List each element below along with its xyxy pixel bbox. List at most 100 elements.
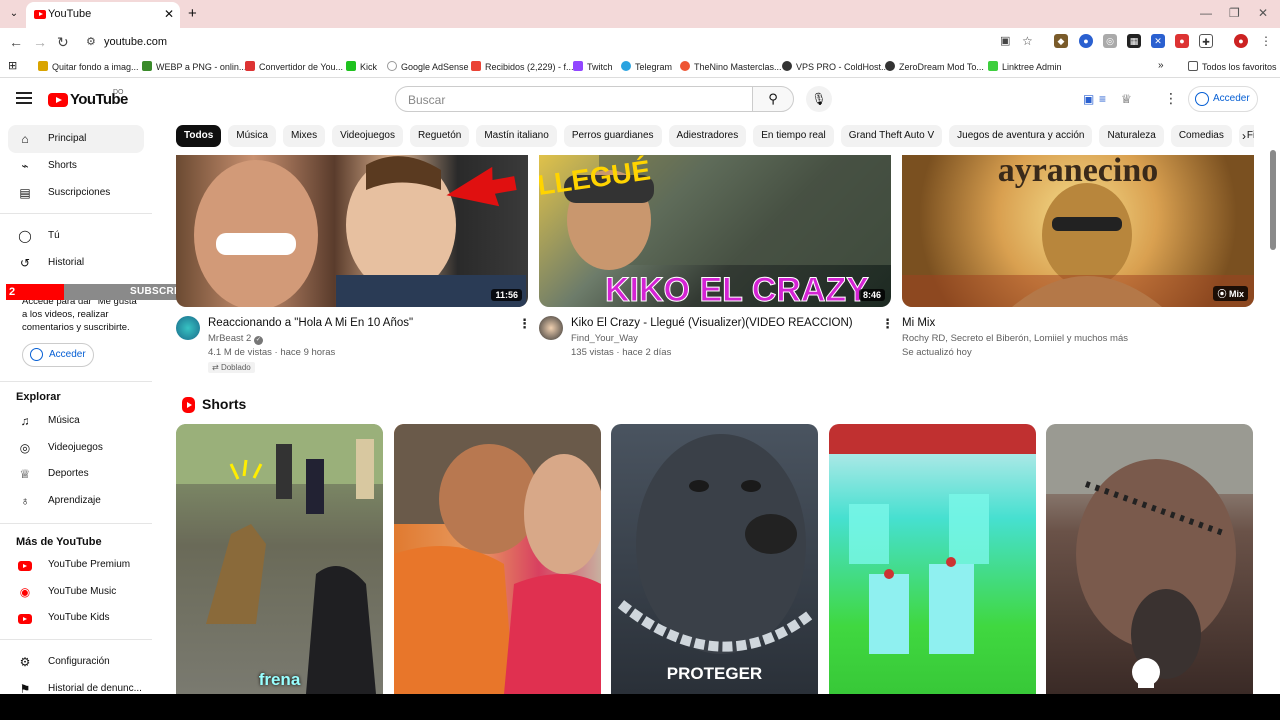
- chip[interactable]: Videojuegos: [332, 125, 403, 147]
- extension-icon[interactable]: ✕: [1151, 34, 1165, 48]
- mix-artists: Rochy RD, Secreto el Biberón, Lomiiel y …: [902, 333, 1128, 344]
- apps-icon[interactable]: ⊞: [8, 59, 17, 72]
- more-bookmarks-icon[interactable]: »: [1158, 60, 1164, 71]
- close-window-icon[interactable]: ✕: [1258, 6, 1268, 20]
- bookmark-item[interactable]: WEBP a PNG - onlin...: [142, 61, 246, 72]
- sidebar-item-you[interactable]: ◯ Tú: [8, 222, 144, 250]
- sidebar-item-shorts[interactable]: ⌁ Shorts: [8, 152, 144, 180]
- chevron-right-icon[interactable]: ›: [1242, 129, 1246, 143]
- extension-icon[interactable]: ●: [1175, 34, 1189, 48]
- chip[interactable]: Mixes: [282, 125, 326, 147]
- bookmark-item[interactable]: Recibidos (2,229) - f...: [471, 61, 574, 72]
- extension-icon[interactable]: ◆: [1054, 34, 1068, 48]
- video-thumbnail[interactable]: 11:56: [176, 155, 528, 307]
- sidebar-item-gaming[interactable]: ◎ Videojuegos: [8, 434, 144, 462]
- youtube-header: YouTube DO Buscar ⚲ 🎙 ▣ ≡ ♕ ⋮ Acceder: [0, 79, 1280, 119]
- short-card[interactable]: frena: [176, 424, 383, 694]
- install-icon[interactable]: ▣: [1000, 34, 1010, 47]
- chip[interactable]: Grand Theft Auto V: [840, 125, 943, 147]
- short-card[interactable]: [829, 424, 1036, 694]
- more-options-icon[interactable]: ⋮: [518, 316, 531, 332]
- short-card[interactable]: [1046, 424, 1253, 694]
- signin-button[interactable]: Acceder: [1188, 86, 1258, 112]
- chip[interactable]: Mastín italiano: [476, 125, 557, 147]
- chip[interactable]: Juegos de aventura y acción: [949, 125, 1093, 147]
- channel-avatar[interactable]: [539, 316, 563, 340]
- bookmark-item[interactable]: Convertidor de You...: [245, 61, 343, 72]
- chip[interactable]: En tiempo real: [753, 125, 834, 147]
- sidebar-item-home[interactable]: ⌂ Principal: [8, 125, 144, 153]
- bookmark-item[interactable]: TheNino Masterclas...: [680, 61, 782, 72]
- all-bookmarks[interactable]: Todos los favoritos: [1188, 61, 1277, 72]
- trophy-icon[interactable]: ♕: [1121, 92, 1132, 106]
- bookmark-item[interactable]: Linktree Admin: [988, 61, 1062, 72]
- extension-icon[interactable]: ▦: [1127, 34, 1141, 48]
- short-card[interactable]: PROTEGER: [611, 424, 818, 694]
- short-card[interactable]: [394, 424, 601, 694]
- bookmark-item[interactable]: Quitar fondo a imag...: [38, 61, 139, 72]
- settings-more-icon[interactable]: ⋮: [1164, 90, 1178, 107]
- chip[interactable]: Comedias: [1170, 125, 1232, 147]
- bookmark-item[interactable]: VPS PRO - ColdHost...: [782, 61, 889, 72]
- video-thumbnail[interactable]: LLEGUÉ KIKO EL CRAZY 8:46: [539, 155, 891, 307]
- menu-icon[interactable]: ⋮: [1259, 34, 1273, 48]
- extension-icon[interactable]: ●: [1079, 34, 1093, 48]
- minimize-icon[interactable]: —: [1200, 6, 1212, 20]
- sidebar-item-learning[interactable]: ♁ Aprendizaje: [8, 487, 144, 515]
- chip[interactable]: Adiestradores: [668, 125, 747, 147]
- restore-icon[interactable]: ❐: [1229, 6, 1240, 20]
- browser-tabbar: ⌄ YouTube ✕ + — ❐ ✕: [0, 0, 1280, 28]
- chip[interactable]: Naturaleza: [1099, 125, 1164, 147]
- extension-translate-icon[interactable]: ▣: [1083, 92, 1094, 106]
- browser-tab[interactable]: YouTube ✕: [26, 2, 180, 28]
- youtube-favicon-icon: [34, 10, 46, 19]
- video-title[interactable]: Kiko El Crazy - Llegué (Visualizer)(VIDE…: [571, 317, 853, 329]
- extensions-puzzle-icon[interactable]: ✚: [1199, 34, 1213, 48]
- bookmark-item[interactable]: ZeroDream Mod To...: [885, 61, 984, 72]
- sidebar-item-subscriptions[interactable]: ▤ Suscripciones: [8, 179, 144, 207]
- voice-search-button[interactable]: 🎙: [806, 86, 832, 112]
- sidebar-item-kids[interactable]: YouTube Kids: [8, 604, 144, 632]
- channel-avatar[interactable]: [176, 316, 200, 340]
- queue-icon[interactable]: ≡: [1099, 92, 1106, 106]
- video-title[interactable]: Reaccionando a "Hola A Mi En 10 Años": [208, 317, 413, 329]
- site-info-icon[interactable]: ⚙: [86, 35, 96, 48]
- sidebar-item-settings[interactable]: ⚙ Configuración: [8, 648, 144, 676]
- chip[interactable]: Música: [228, 125, 276, 147]
- back-icon[interactable]: ←: [9, 34, 23, 50]
- profile-icon[interactable]: ●: [1234, 34, 1248, 48]
- new-tab-icon[interactable]: +: [188, 5, 197, 22]
- channel-name[interactable]: Find_Your_Way: [571, 333, 638, 344]
- bookmark-star-icon[interactable]: ☆: [1022, 34, 1033, 48]
- youtube-logo-icon[interactable]: [48, 93, 68, 107]
- sidebar-item-music-app[interactable]: ◉ YouTube Music: [8, 578, 144, 606]
- hamburger-menu-icon[interactable]: [16, 92, 32, 104]
- search-input[interactable]: Buscar: [395, 86, 753, 112]
- sidebar-item-history[interactable]: ↺ Historial: [8, 249, 144, 277]
- chip[interactable]: Todos: [176, 125, 222, 147]
- chip[interactable]: Perros guardianes: [563, 125, 662, 147]
- bookmark-item[interactable]: Google AdSense: [387, 61, 469, 72]
- video-title[interactable]: Mi Mix: [902, 317, 935, 329]
- video-thumbnail[interactable]: ayranecino ⦿ Mix: [902, 155, 1254, 307]
- sidebar-item-report-history[interactable]: ⚑ Historial de denunc...: [8, 675, 144, 696]
- reload-icon[interactable]: ↻: [57, 34, 69, 51]
- sidebar-item-sports[interactable]: ♕ Deportes: [8, 460, 144, 488]
- sidebar-signin-button[interactable]: Acceder: [22, 343, 94, 367]
- search-button[interactable]: ⚲: [752, 86, 794, 112]
- bookmark-item[interactable]: Kick: [346, 61, 377, 72]
- more-options-icon[interactable]: ⋮: [881, 316, 894, 332]
- close-tab-icon[interactable]: ✕: [164, 7, 174, 21]
- bookmark-item[interactable]: Twitch: [573, 61, 613, 72]
- sidebar-item-premium[interactable]: YouTube Premium: [8, 551, 144, 579]
- page-scrollbar[interactable]: [1270, 150, 1276, 250]
- sidebar-item-music[interactable]: ♫ Música: [8, 407, 144, 435]
- address-bar[interactable]: ⚙ youtube.com: [80, 30, 1040, 54]
- forward-icon[interactable]: →: [33, 34, 47, 50]
- chip[interactable]: Reguetón: [409, 125, 470, 147]
- extension-icon[interactable]: ◎: [1103, 34, 1117, 48]
- thumbnail-art: ayranecino: [902, 155, 1254, 307]
- tab-search-icon[interactable]: ⌄: [6, 6, 22, 22]
- channel-name[interactable]: MrBeast 2 ✓: [208, 333, 263, 345]
- bookmark-item[interactable]: Telegram: [621, 61, 672, 72]
